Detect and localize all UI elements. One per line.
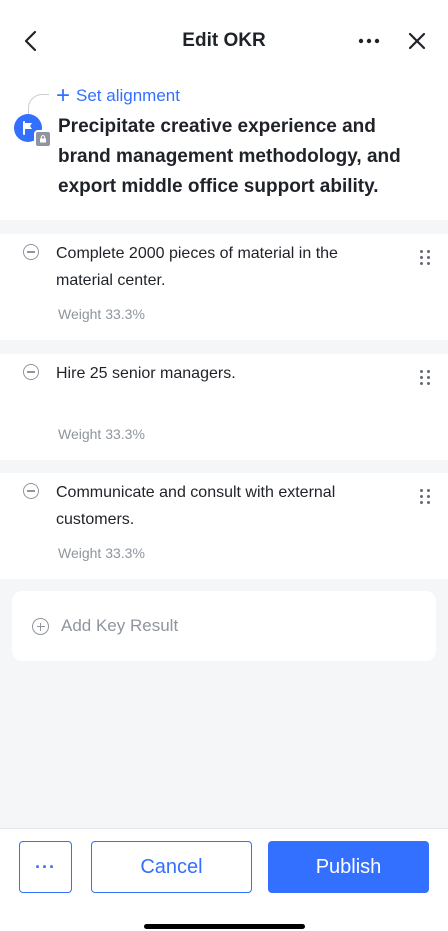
key-result-text[interactable]: Hire 25 senior managers. bbox=[56, 360, 386, 387]
publish-button[interactable]: Publish bbox=[268, 841, 429, 893]
more-actions-button[interactable]: ··· bbox=[19, 841, 72, 893]
add-circle-icon bbox=[32, 618, 49, 635]
remove-circle-icon[interactable] bbox=[23, 364, 39, 380]
key-result-item: Hire 25 senior managers. Weight 33.3% bbox=[0, 354, 448, 460]
more-horizontal-icon bbox=[358, 38, 380, 44]
add-key-result-label: Add Key Result bbox=[61, 616, 179, 635]
key-result-text[interactable]: Complete 2000 pieces of material in the … bbox=[56, 240, 386, 294]
key-result-text[interactable]: Communicate and consult with external cu… bbox=[56, 479, 386, 533]
close-button[interactable] bbox=[400, 24, 434, 58]
drag-handle-icon[interactable] bbox=[418, 487, 432, 505]
key-result-item: Communicate and consult with external cu… bbox=[0, 473, 448, 579]
close-icon bbox=[408, 32, 426, 50]
remove-circle-icon[interactable] bbox=[23, 483, 39, 499]
remove-circle-icon[interactable] bbox=[23, 244, 39, 260]
lock-icon bbox=[34, 130, 52, 148]
key-result-weight[interactable]: Weight 33.3% bbox=[58, 426, 145, 442]
drag-handle-icon[interactable] bbox=[418, 368, 432, 386]
home-indicator bbox=[144, 924, 305, 929]
set-alignment-link[interactable]: + Set alignment bbox=[56, 82, 180, 109]
more-options-button[interactable] bbox=[352, 24, 386, 58]
footer-bar: ··· Cancel Publish bbox=[0, 828, 448, 931]
cancel-button[interactable]: Cancel bbox=[91, 841, 252, 893]
objective-section: + Set alignment Precipitate creative exp… bbox=[0, 84, 448, 220]
plus-icon: + bbox=[56, 82, 71, 109]
drag-handle-icon[interactable] bbox=[418, 248, 432, 266]
set-alignment-label: Set alignment bbox=[76, 86, 180, 105]
objective-text[interactable]: Precipitate creative experience and bran… bbox=[58, 112, 428, 202]
add-key-result-button[interactable]: Add Key Result bbox=[12, 591, 436, 661]
key-result-weight[interactable]: Weight 33.3% bbox=[58, 306, 145, 322]
header-bar: Edit OKR bbox=[0, 0, 448, 84]
key-result-weight[interactable]: Weight 33.3% bbox=[58, 545, 145, 561]
key-result-item: Complete 2000 pieces of material in the … bbox=[0, 234, 448, 340]
